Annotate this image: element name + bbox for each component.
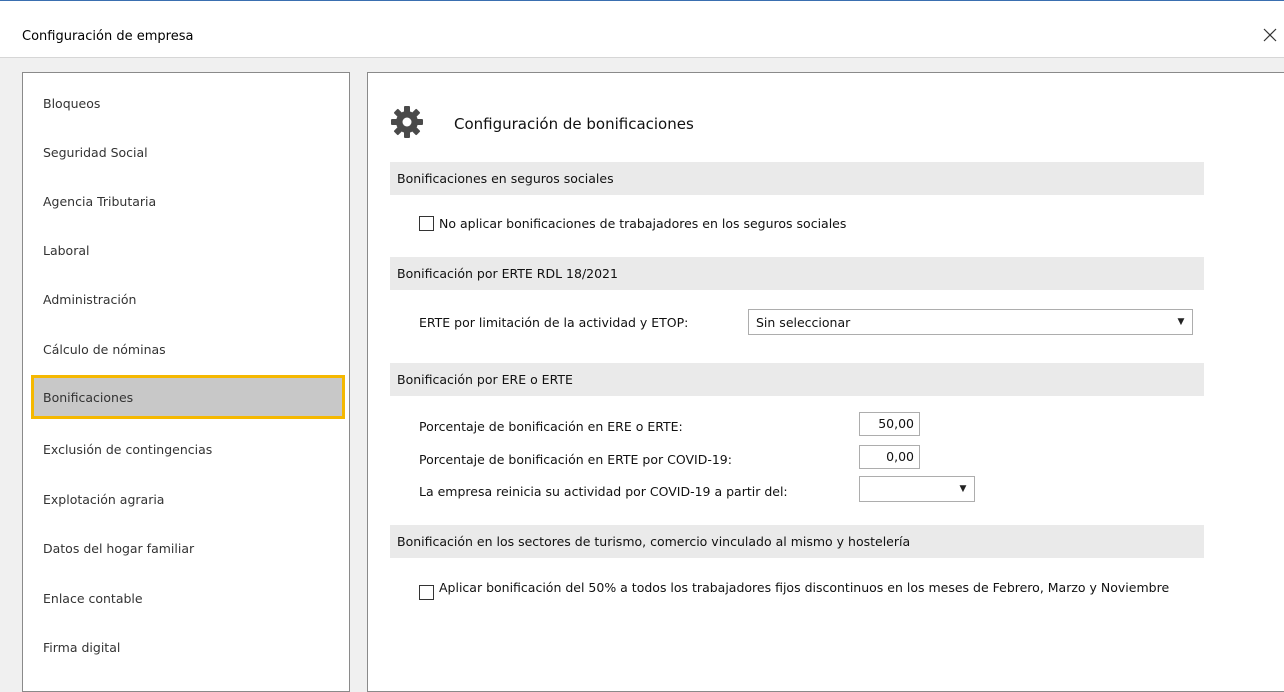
sidebar-item-calculo-nominas[interactable]: Cálculo de nóminas — [31, 327, 345, 371]
section-header-erte-rdl: Bonificación por ERTE RDL 18/2021 — [390, 257, 1204, 290]
sidebar-item-label: Administración — [43, 291, 137, 307]
close-icon — [1263, 28, 1277, 42]
sidebar-item-label: Cálculo de nóminas — [43, 341, 166, 357]
erte-limitacion-label: ERTE por limitación de la actividad y ET… — [419, 315, 689, 330]
erte-limitacion-select[interactable]: Sin seleccionar ▼ — [748, 309, 1193, 335]
gear-icon — [391, 106, 423, 138]
section-header-label: Bonificación por ERTE RDL 18/2021 — [397, 266, 618, 281]
reinicio-actividad-label: La empresa reinicia su actividad por COV… — [419, 484, 788, 499]
section-header-ere-erte: Bonificación por ERE o ERTE — [390, 363, 1204, 396]
sidebar-item-agencia-tributaria[interactable]: Agencia Tributaria — [31, 179, 345, 223]
sidebar-item-bloqueos[interactable]: Bloqueos — [31, 81, 345, 125]
porcentaje-ere-label: Porcentaje de bonificación en ERE o ERTE… — [419, 419, 683, 434]
no-aplicar-bonificaciones-checkbox[interactable] — [419, 216, 434, 231]
aplicar-bonificacion-fijos-checkbox[interactable] — [419, 585, 434, 600]
sidebar-item-administracion[interactable]: Administración — [31, 277, 345, 321]
page-title: Configuración de bonificaciones — [454, 115, 694, 133]
sidebar-item-enlace-contable[interactable]: Enlace contable — [31, 576, 345, 620]
section-header-turismo: Bonificación en los sectores de turismo,… — [390, 525, 1204, 558]
sidebar-item-explotacion-agraria[interactable]: Explotación agraria — [31, 477, 345, 521]
section-header-label: Bonificación por ERE o ERTE — [397, 372, 573, 387]
sidebar-item-exclusion-contingencias[interactable]: Exclusión de contingencias — [31, 427, 345, 471]
sidebar-item-firma-digital[interactable]: Firma digital — [31, 625, 345, 669]
sidebar-item-label: Bonificaciones — [43, 389, 134, 405]
sidebar-item-label: Exclusión de contingencias — [43, 441, 213, 457]
section-header-seguros-sociales: Bonificaciones en seguros sociales — [390, 162, 1204, 195]
porcentaje-covid-input[interactable]: 0,00 — [859, 445, 920, 469]
section-header-label: Bonificaciones en seguros sociales — [397, 171, 614, 186]
settings-panel: Configuración de bonificaciones Bonifica… — [367, 72, 1284, 692]
sidebar-item-label: Agencia Tributaria — [43, 193, 157, 209]
sidebar-item-label: Laboral — [43, 242, 90, 258]
title-bar: Configuración de empresa — [0, 0, 1284, 58]
sidebar-item-bonificaciones[interactable]: Bonificaciones — [31, 375, 345, 419]
reinicio-actividad-date-picker[interactable]: ▼ — [859, 476, 975, 502]
sidebar-item-label: Seguridad Social — [43, 144, 148, 160]
no-aplicar-bonificaciones-label[interactable]: No aplicar bonificaciones de trabajadore… — [439, 216, 846, 231]
sidebar-item-seguridad-social[interactable]: Seguridad Social — [31, 130, 345, 174]
sidebar: Bloqueos Seguridad Social Agencia Tribut… — [22, 72, 350, 692]
erte-limitacion-value: Sin seleccionar — [756, 314, 851, 330]
porcentaje-covid-label: Porcentaje de bonificación en ERTE por C… — [419, 452, 732, 467]
section-header-label: Bonificación en los sectores de turismo,… — [397, 534, 911, 549]
sidebar-item-label: Datos del hogar familiar — [43, 540, 195, 556]
porcentaje-ere-input[interactable]: 50,00 — [859, 412, 920, 436]
aplicar-bonificacion-fijos-label[interactable]: Aplicar bonificación del 50% a todos los… — [439, 580, 1199, 595]
chevron-down-icon: ▼ — [959, 484, 967, 494]
sidebar-item-label: Explotación agraria — [43, 491, 165, 507]
sidebar-item-label: Enlace contable — [43, 590, 143, 606]
sidebar-item-label: Firma digital — [43, 639, 121, 655]
sidebar-item-hogar-familiar[interactable]: Datos del hogar familiar — [31, 526, 345, 570]
chevron-down-icon: ▼ — [1177, 317, 1185, 327]
close-button[interactable] — [1256, 19, 1284, 51]
sidebar-item-laboral[interactable]: Laboral — [31, 228, 345, 272]
window-title: Configuración de empresa — [22, 29, 194, 44]
sidebar-item-label: Bloqueos — [43, 95, 101, 111]
